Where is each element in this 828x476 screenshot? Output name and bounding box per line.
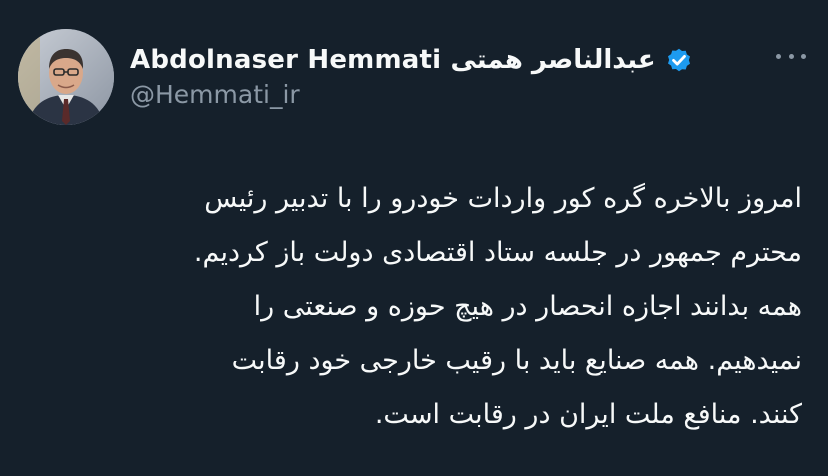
more-dot [801,53,806,59]
tweet-text-line: نمیدهیم. همه صنایع باید با رقیب خارجی خو… [231,345,802,376]
tweet-text: امروز بالاخره گره کور واردات خودرو را با… [62,172,802,442]
more-dot [776,53,781,59]
tweet-text-line: همه بدانند اجازه انحصار در هیچ حوزه و صن… [253,291,802,322]
author-header: Abdolnaser Hemmati عبدالناصر همتی [130,40,694,80]
tweet-text-line: امروز بالاخره گره کور واردات خودرو را با… [204,183,802,214]
display-name[interactable]: Abdolnaser Hemmati عبدالناصر همتی [130,45,656,75]
tweet-text-line: کنند. منافع ملت ایران در رقابت است. [374,399,802,430]
avatar[interactable] [18,29,114,125]
more-dot [788,53,794,59]
user-handle[interactable]: @Hemmati_ir [130,80,300,109]
verified-badge-icon [664,45,694,75]
tweet-text-line: محترم جمهور در جلسه ستاد اقتصادی دولت با… [193,237,802,268]
tweet-card: Abdolnaser Hemmati عبدالناصر همتی @Hemma… [0,0,828,476]
more-options-icon[interactable] [776,48,806,64]
